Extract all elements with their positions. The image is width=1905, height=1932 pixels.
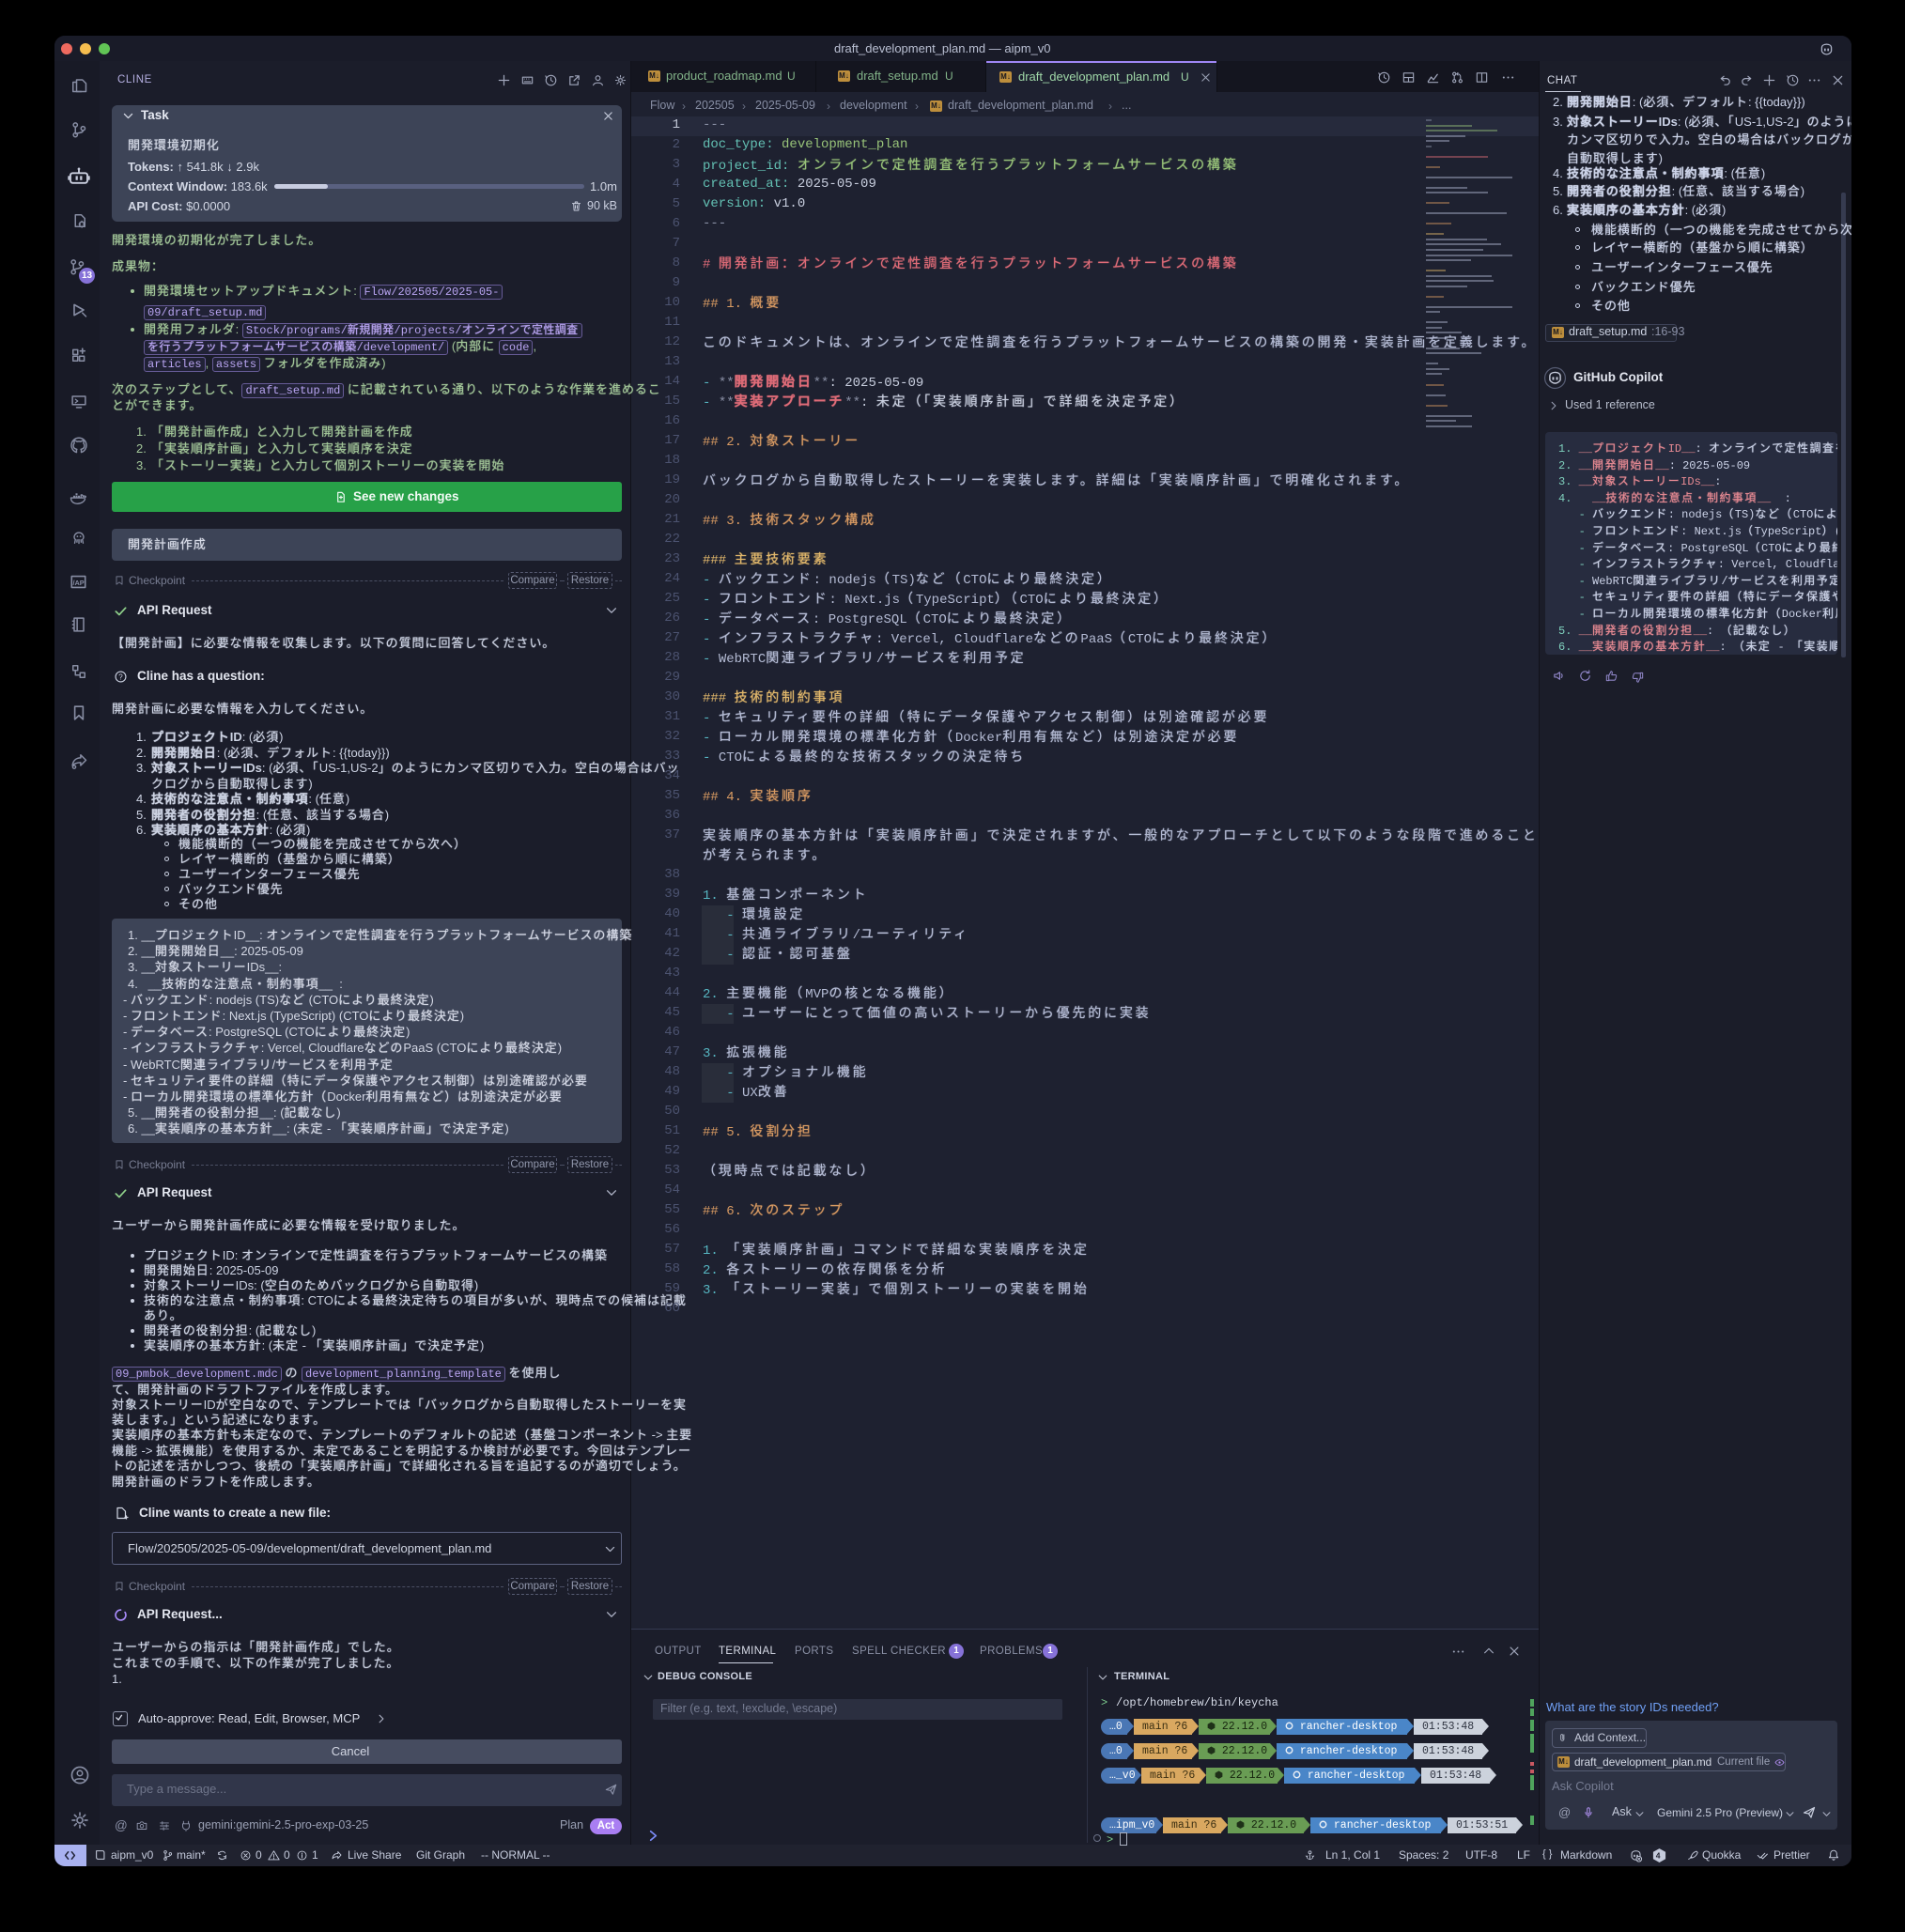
svg-text:/API: /API xyxy=(72,579,85,587)
svg-text:?: ? xyxy=(118,672,123,681)
svg-text:4: 4 xyxy=(1656,1851,1661,1861)
